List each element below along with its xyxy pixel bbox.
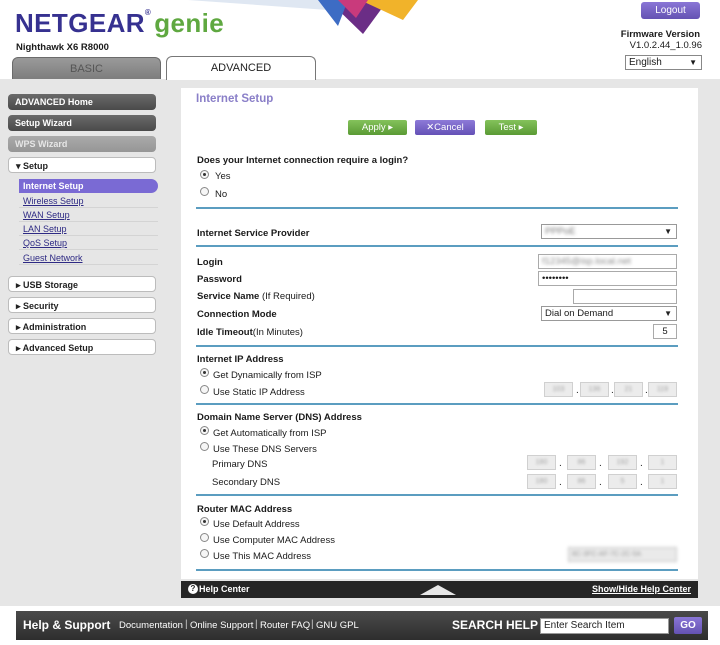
primary-dns-label: Primary DNS	[212, 459, 268, 470]
sidebar-item-internet-setup[interactable]: Internet Setup	[19, 179, 158, 193]
isp-label: Internet Service Provider	[197, 228, 310, 239]
tab-basic[interactable]: BASIC	[12, 57, 161, 79]
sidebar-item-qos-setup[interactable]: QoS Setup	[19, 236, 158, 250]
sidebar-usb-storage[interactable]: ▸ USB Storage	[8, 276, 156, 292]
search-input[interactable]: Enter Search Item	[540, 618, 669, 634]
static-ip-octet-2[interactable]: 136	[580, 382, 609, 397]
help-icon: ?	[188, 584, 198, 594]
logout-button[interactable]: Logout	[641, 2, 700, 19]
chevron-down-icon: ▼	[664, 227, 672, 236]
dns-heading: Domain Name Server (DNS) Address	[197, 412, 362, 423]
firmware-version-label: Firmware Version	[620, 29, 700, 40]
secondary-dns-octet-1[interactable]: 180	[527, 474, 556, 489]
connection-mode-select[interactable]: Dial on Demand ▼	[541, 306, 677, 321]
footer-link-gnu-gpl[interactable]: GNU GPL	[316, 620, 359, 631]
no-radio[interactable]	[200, 187, 209, 196]
sidebar-security[interactable]: ▸ Security	[8, 297, 156, 313]
ip-dynamic-label: Get Dynamically from ISP	[213, 370, 322, 381]
dns-auto-label: Get Automatically from ISP	[213, 428, 327, 439]
isp-select[interactable]: PPPoE ▼	[541, 224, 677, 239]
internet-ip-heading: Internet IP Address	[197, 354, 284, 365]
language-select[interactable]: English ▼	[625, 55, 702, 70]
footer-link-router-faq[interactable]: Router FAQ	[260, 620, 310, 631]
secondary-dns-octet-4[interactable]: 1	[648, 474, 677, 489]
mac-default-radio[interactable]	[200, 517, 209, 526]
service-name-input[interactable]	[573, 289, 677, 304]
firmware-version-value: V1.0.2.44_1.0.96	[629, 40, 702, 51]
sidebar-administration[interactable]: ▸ Administration	[8, 318, 156, 334]
service-name-label-group: Service Name (If Required)	[197, 291, 315, 302]
idle-timeout-input[interactable]: 5	[653, 324, 677, 339]
go-button[interactable]: GO	[674, 617, 702, 634]
page-title: Internet Setup	[196, 93, 274, 105]
primary-dns-octet-2[interactable]: 86	[567, 455, 596, 470]
primary-dns-octet-3[interactable]: 192	[608, 455, 637, 470]
sidebar-setup[interactable]: ▾ Setup	[8, 157, 156, 173]
mac-default-label: Use Default Address	[213, 519, 300, 530]
login-label: Login	[197, 257, 223, 268]
connection-mode-label: Connection Mode	[197, 309, 277, 320]
login-input[interactable]: f12345@isp.local.net	[538, 254, 677, 269]
section-divider	[196, 245, 678, 247]
secondary-dns-octet-3[interactable]: 5	[608, 474, 637, 489]
ip-static-radio[interactable]	[200, 385, 209, 394]
mac-address-input[interactable]: 8C-3FC-AF-7C-2C-5A	[568, 547, 677, 562]
sidebar-item-guest-network[interactable]: Guest Network	[19, 251, 158, 265]
yes-label: Yes	[215, 171, 231, 182]
footer-link-online-support[interactable]: Online Support	[190, 620, 253, 631]
static-ip-octet-1[interactable]: 103	[544, 382, 573, 397]
sidebar-advanced-setup[interactable]: ▸ Advanced Setup	[8, 339, 156, 355]
dns-manual-radio[interactable]	[200, 442, 209, 451]
ip-dynamic-radio[interactable]	[200, 368, 209, 377]
password-label: Password	[197, 274, 242, 285]
mac-computer-radio[interactable]	[200, 533, 209, 542]
yes-radio[interactable]	[200, 170, 209, 179]
expand-up-icon[interactable]	[420, 585, 456, 595]
section-divider	[196, 207, 678, 209]
chevron-down-icon: ▼	[689, 58, 697, 67]
sidebar-wps-wizard[interactable]: WPS Wizard	[8, 136, 156, 152]
primary-dns-octet-4[interactable]: 1	[648, 455, 677, 470]
help-center-label[interactable]: Help Center	[199, 584, 250, 594]
static-ip-octet-3[interactable]: 21	[614, 382, 643, 397]
primary-dns-octet-1[interactable]: 180	[527, 455, 556, 470]
sidebar-advanced-home[interactable]: ADVANCED Home	[8, 94, 156, 110]
help-support-title: Help & Support	[23, 618, 111, 632]
search-help-label: SEARCH HELP	[452, 618, 539, 632]
static-ip-octet-4[interactable]: 119	[648, 382, 677, 397]
tab-advanced[interactable]: ADVANCED	[166, 56, 316, 80]
footer-link-documentation[interactable]: Documentation	[119, 620, 183, 631]
section-divider	[196, 403, 678, 405]
test-button[interactable]: Test ▸	[485, 120, 537, 135]
sidebar-item-lan-setup[interactable]: LAN Setup	[19, 222, 158, 236]
secondary-dns-octet-2[interactable]: 86	[567, 474, 596, 489]
section-divider	[196, 345, 678, 347]
router-model: Nighthawk X6 R8000	[16, 42, 109, 53]
secondary-dns-label: Secondary DNS	[212, 477, 281, 488]
chevron-down-icon: ▼	[664, 309, 672, 318]
section-divider	[196, 569, 678, 571]
header-decoration-graphic	[188, 0, 418, 34]
mac-computer-label: Use Computer MAC Address	[213, 535, 335, 546]
sidebar-item-wireless-setup[interactable]: Wireless Setup	[19, 194, 158, 208]
idle-timeout-label-group: Idle Timeout(In Minutes)	[197, 327, 303, 338]
dns-auto-radio[interactable]	[200, 426, 209, 435]
no-label: No	[215, 189, 228, 200]
password-input[interactable]: ••••••••	[538, 271, 677, 286]
apply-button[interactable]: Apply ▸	[348, 120, 407, 135]
show-hide-help-link[interactable]: Show/Hide Help Center	[592, 584, 691, 594]
ip-static-label: Use Static IP Address	[213, 387, 305, 398]
dns-manual-label: Use These DNS Servers	[213, 444, 317, 455]
sidebar-item-wan-setup[interactable]: WAN Setup	[19, 208, 158, 222]
login-question: Does your Internet connection require a …	[197, 155, 409, 166]
cancel-button[interactable]: ✕Cancel	[415, 120, 475, 135]
sidebar-setup-wizard[interactable]: Setup Wizard	[8, 115, 156, 131]
mac-this-radio[interactable]	[200, 549, 209, 558]
mac-this-label: Use This MAC Address	[213, 551, 312, 562]
section-divider	[196, 494, 678, 496]
mac-heading: Router MAC Address	[197, 504, 293, 515]
